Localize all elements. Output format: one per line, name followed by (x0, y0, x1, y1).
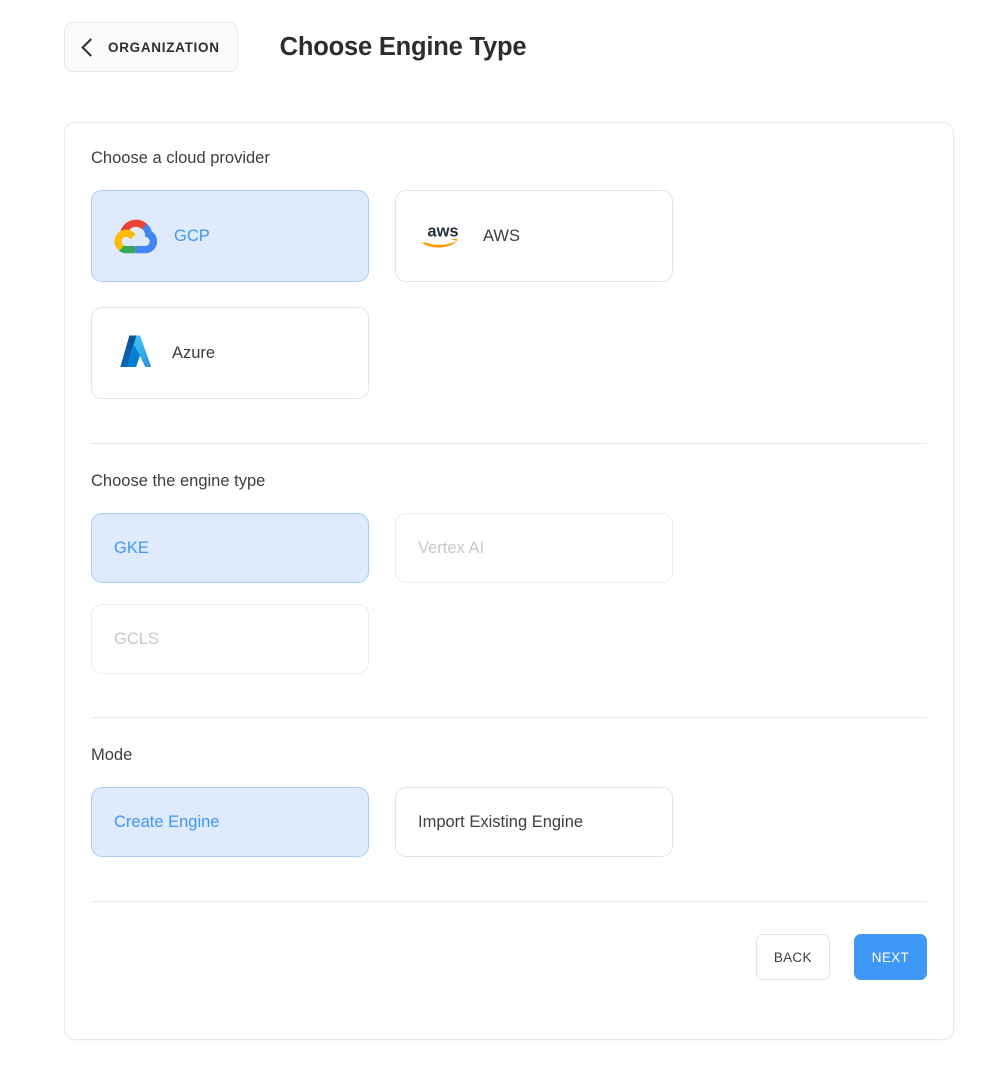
chevron-left-icon (81, 37, 100, 57)
mode-option-create-engine[interactable]: Create Engine (91, 787, 369, 857)
wizard-footer-actions: BACK NEXT (65, 934, 953, 980)
back-button-label: ORGANIZATION (108, 39, 220, 55)
engine-type-section: Choose the engine type GKE Vertex AI GCL… (65, 444, 953, 674)
engine-option-gke[interactable]: GKE (91, 513, 369, 583)
cloud-provider-section: Choose a cloud provider GCP aws AWS Azur… (65, 123, 953, 399)
cloud-provider-options-row2: Azure (91, 307, 927, 399)
provider-option-azure[interactable]: Azure (91, 307, 369, 399)
back-button[interactable]: BACK (755, 934, 830, 980)
svg-text:aws: aws (427, 223, 458, 241)
provider-option-aws-label: AWS (483, 226, 520, 245)
google-cloud-logo-icon (114, 217, 158, 255)
microsoft-azure-logo-icon (114, 332, 158, 374)
mode-option-create-engine-label: Create Engine (114, 812, 220, 831)
aws-logo-icon: aws (418, 220, 468, 252)
engine-option-gcls-label: GCLS (114, 629, 159, 648)
mode-options: Create Engine Import Existing Engine (91, 787, 927, 857)
engine-option-vertex-ai-label: Vertex AI (418, 538, 485, 557)
engine-type-panel: Choose a cloud provider GCP aws AWS Azur… (64, 122, 954, 1040)
mode-section: Mode Create Engine Import Existing Engin… (65, 718, 953, 857)
engine-type-label: Choose the engine type (91, 472, 266, 490)
provider-option-azure-label: Azure (172, 343, 216, 362)
back-button-text: BACK (773, 949, 812, 965)
provider-option-gcp[interactable]: GCP (91, 190, 369, 282)
mode-option-import-existing-engine-label: Import Existing Engine (418, 812, 584, 831)
back-to-organization-button[interactable]: ORGANIZATION (64, 22, 238, 72)
mode-label: Mode (91, 746, 133, 764)
next-button[interactable]: NEXT (853, 934, 927, 980)
next-button-text: NEXT (871, 949, 909, 965)
engine-option-gcls: GCLS (91, 604, 369, 674)
engine-type-options-row2: GCLS (91, 604, 927, 674)
provider-option-aws[interactable]: aws AWS (395, 190, 673, 282)
page-header: ORGANIZATION Choose Engine Type (64, 22, 527, 72)
mode-option-import-existing-engine[interactable]: Import Existing Engine (395, 787, 673, 857)
cloud-provider-options: GCP aws AWS (91, 190, 927, 282)
engine-option-gke-label: GKE (114, 538, 149, 557)
divider-mode-footer (91, 901, 927, 902)
engine-option-vertex-ai: Vertex AI (395, 513, 673, 583)
page-title: Choose Engine Type (279, 32, 527, 61)
cloud-provider-label: Choose a cloud provider (91, 149, 270, 167)
provider-option-gcp-label: GCP (174, 226, 210, 245)
engine-type-options: GKE Vertex AI (91, 513, 927, 583)
